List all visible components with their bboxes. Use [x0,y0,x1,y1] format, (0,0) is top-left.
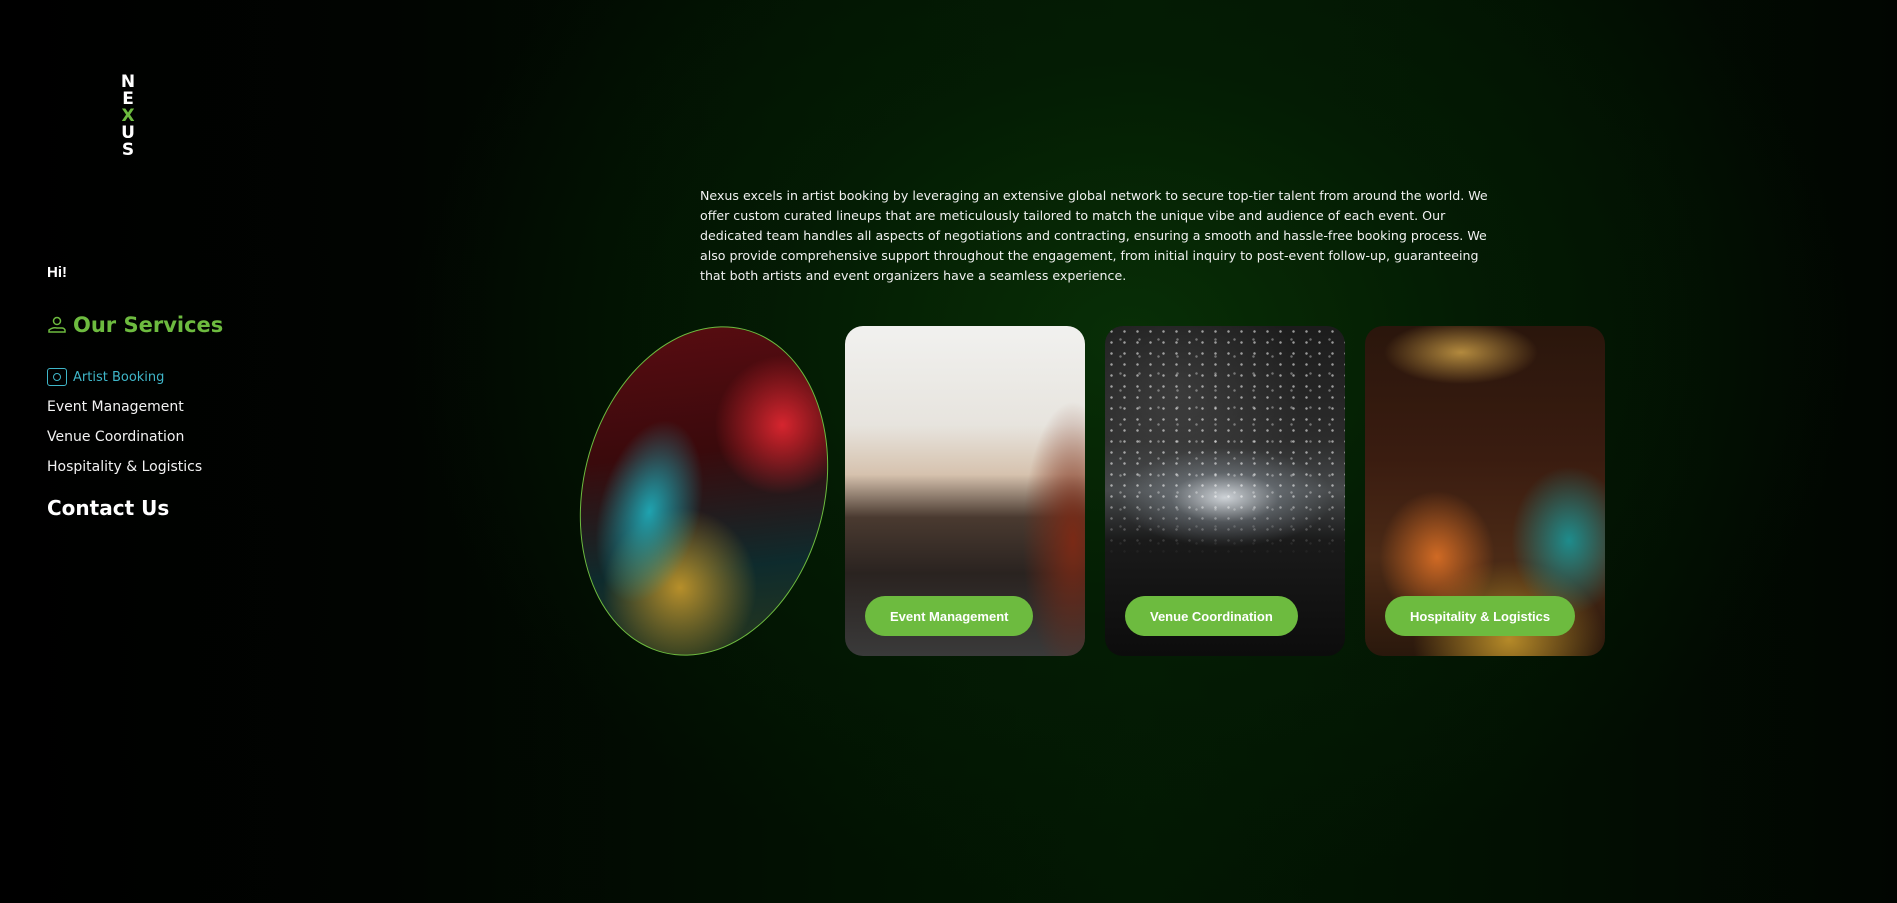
venue-coordination-button[interactable]: Venue Coordination [1125,596,1298,636]
services-heading-label: Our Services [73,313,224,337]
artist-booking-card-image[interactable] [546,299,862,683]
nexus-logo[interactable]: N E X U S [120,74,136,159]
nav-item-hospitality-logistics[interactable]: Hospitality & Logistics [47,452,307,482]
greeting-text: Hi! [47,264,67,281]
venue-coordination-card[interactable]: Venue Coordination [1105,326,1345,656]
hospitality-logistics-card[interactable]: Hospitality & Logistics [1365,326,1605,656]
nav-item-venue-coordination[interactable]: Venue Coordination [47,422,307,452]
event-management-card[interactable]: Event Management [845,326,1085,656]
service-description: Nexus excels in artist booking by levera… [700,188,1488,283]
event-management-button[interactable]: Event Management [865,596,1034,636]
page: N E X U S Hi! Our Services Artist Bookin… [0,0,1897,903]
nav-item-label: Venue Coordination [47,429,185,445]
services-nav: Artist Booking Event Management Venue Co… [47,362,307,482]
nav-item-label: Event Management [47,399,184,415]
service-hand-icon [48,316,66,333]
nav-item-label: Hospitality & Logistics [47,459,203,475]
contact-us-link[interactable]: Contact Us [47,496,169,520]
nav-item-event-management[interactable]: Event Management [47,392,307,422]
nav-item-artist-booking[interactable]: Artist Booking [47,362,307,392]
nav-item-label: Artist Booking [73,369,165,385]
logo-letter: S [121,140,135,160]
hospitality-logistics-button[interactable]: Hospitality & Logistics [1385,596,1576,636]
services-heading: Our Services [47,313,223,337]
camera-icon [47,368,67,386]
